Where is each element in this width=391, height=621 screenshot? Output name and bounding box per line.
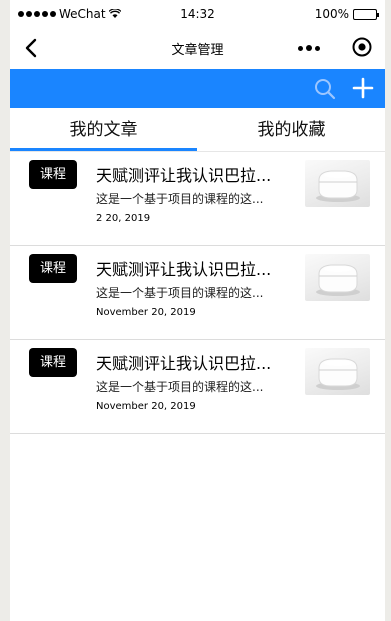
earbud-case-image [305, 254, 370, 301]
list-item[interactable]: 课程 天赋测评让我认识巴拉... 这是一个基于项目的课程的这... 2 20, … [10, 152, 385, 246]
active-tab-indicator [10, 148, 197, 151]
tab-my-favorites[interactable]: 我的收藏 [198, 108, 385, 152]
category-badge: 课程 [29, 348, 77, 377]
battery-percent: 100% [314, 7, 349, 21]
battery-area: 100% [314, 7, 379, 21]
search-icon[interactable] [313, 77, 337, 101]
list-item[interactable]: 课程 天赋测评让我认识巴拉... 这是一个基于项目的课程的这... Novemb… [10, 340, 385, 434]
more-dots-icon[interactable] [295, 39, 323, 57]
action-bar [10, 69, 385, 108]
page-title: 文章管理 [171, 43, 224, 58]
earbud-case-image [305, 348, 370, 395]
article-list: 课程 天赋测评让我认识巴拉... 这是一个基于项目的课程的这... 2 20, … [10, 152, 385, 434]
battery-icon [353, 8, 379, 20]
nav-bar: 文章管理 [10, 28, 385, 68]
article-description: 这是一个基于项目的课程的这... [96, 192, 264, 206]
category-badge: 课程 [29, 160, 77, 189]
article-date: November 20, 2019 [96, 307, 196, 318]
article-description: 这是一个基于项目的课程的这... [96, 380, 264, 394]
tab-bar: 我的文章 我的收藏 [10, 108, 385, 152]
category-badge: 课程 [29, 254, 77, 283]
target-circle-icon[interactable] [351, 36, 373, 58]
list-item[interactable]: 课程 天赋测评让我认识巴拉... 这是一个基于项目的课程的这... Novemb… [10, 246, 385, 340]
phone-screen: WeChat 14:32 100% 文章管理 我的文章 我的收藏 课程 天赋测评… [10, 0, 385, 621]
earbud-case-image [305, 160, 370, 207]
article-title: 天赋测评让我认识巴拉... [96, 354, 272, 373]
article-description: 这是一个基于项目的课程的这... [96, 286, 264, 300]
article-date: 2 20, 2019 [96, 213, 151, 224]
status-bar: WeChat 14:32 100% [10, 0, 385, 28]
tab-my-articles[interactable]: 我的文章 [10, 108, 197, 152]
article-date: November 20, 2019 [96, 401, 196, 412]
article-title: 天赋测评让我认识巴拉... [96, 260, 272, 279]
article-title: 天赋测评让我认识巴拉... [96, 166, 272, 185]
plus-icon[interactable] [351, 76, 375, 100]
